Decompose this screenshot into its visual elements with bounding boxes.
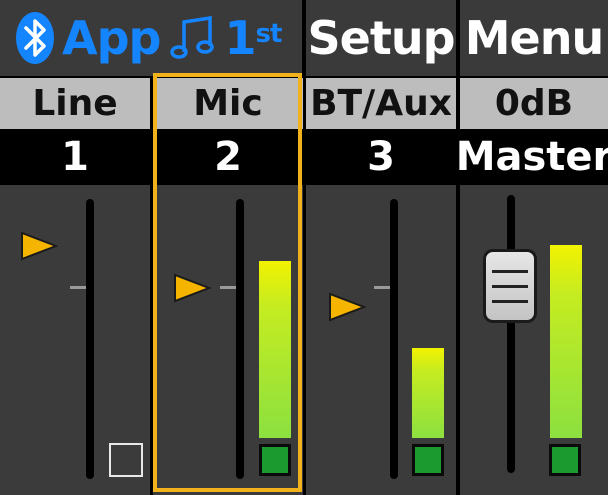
channel-3-fader-area[interactable] [306,185,456,495]
fader-marker-icon[interactable] [20,231,58,261]
channel-number-3: 3 [306,131,456,183]
channel-1-fader-area[interactable] [0,185,150,495]
signal-indicator [549,444,581,476]
channel-strip-bt-aux: Setup BT/Aux 3 [306,0,456,495]
channel-number-1: 1 [0,131,150,183]
menu-button[interactable]: Menu [460,0,608,76]
channel-name-bt-aux[interactable]: BT/Aux [306,78,456,129]
master-fader-knob[interactable] [483,249,537,323]
signal-indicator [109,443,143,477]
unity-tick [70,286,86,289]
fader-track[interactable] [390,199,398,479]
fader-marker-icon[interactable] [328,292,366,322]
fader-track[interactable] [507,195,515,473]
signal-indicator [412,444,444,476]
master-name: Master [456,131,608,183]
master-fader-area[interactable] [460,185,608,495]
level-meter [412,348,444,438]
mixer-screen: App 1st Line 1 Mic 2 Setup BT/Aux 3 Menu… [0,0,608,495]
channel-strip-line: Line 1 [0,0,150,495]
level-meter [550,245,582,438]
fader-track[interactable] [86,199,94,479]
setup-button[interactable]: Setup [306,0,456,76]
master-gain-label[interactable]: 0dB [460,78,608,129]
unity-tick [374,286,390,289]
channel-name-line[interactable]: Line [0,78,150,129]
master-strip: Menu 0dB Master [456,0,608,495]
selected-channel-outline [153,73,302,492]
